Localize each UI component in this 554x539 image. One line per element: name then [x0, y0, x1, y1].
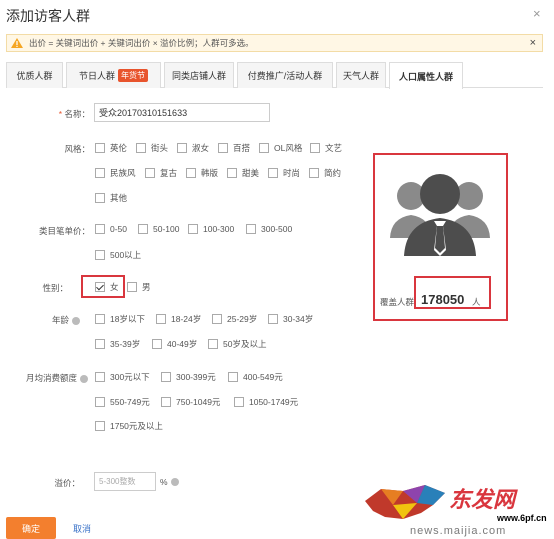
age-option[interactable]: 18-24岁 [156, 313, 201, 325]
age-option[interactable]: 35-39岁 [95, 338, 140, 350]
spend-help-icon[interactable] [80, 374, 88, 383]
tab-paid-promo[interactable]: 付费推广/活动人群 [237, 62, 333, 88]
gender-female-checkbox[interactable]: 女 [95, 281, 119, 293]
notice-text: 出价 = 关键词出价 + 关键词出价 × 溢价比例；人群可多选。 [29, 38, 254, 48]
name-label: * 名称： [58, 109, 90, 119]
style-option[interactable]: 韩版 [186, 167, 218, 179]
style-option[interactable]: 民族风 [95, 167, 136, 179]
age-option[interactable]: 40-49岁 [152, 338, 197, 350]
style-option[interactable]: 甜美 [227, 167, 259, 179]
price-option[interactable]: 300-500 [246, 224, 292, 234]
gender-male-checkbox[interactable]: 男 [127, 281, 151, 293]
age-label: 年龄 [20, 314, 80, 326]
premium-help-icon[interactable] [170, 478, 179, 486]
style-option[interactable]: 时尚 [268, 167, 300, 179]
style-option[interactable]: 淑女 [177, 142, 209, 154]
spend-option[interactable]: 1050-1749元 [234, 396, 298, 408]
age-option[interactable]: 30-34岁 [268, 313, 313, 325]
style-label: 风格： [64, 144, 90, 154]
price-option[interactable]: 500以上 [95, 249, 141, 261]
bull-logo-icon [365, 485, 445, 519]
tab-quality[interactable]: 优质人群 [6, 62, 63, 88]
price-option[interactable]: 100-300 [188, 224, 234, 234]
tab-weather[interactable]: 天气人群 [336, 62, 386, 88]
tab-demographic[interactable]: 人口属性人群 [389, 62, 463, 89]
age-option[interactable]: 18岁以下 [95, 313, 145, 325]
festival-badge: 年货节 [118, 69, 148, 82]
name-input[interactable]: 受众20170310151633 [94, 103, 270, 122]
gender-label: 性别： [42, 283, 68, 293]
confirm-button[interactable]: 确定 [6, 517, 56, 539]
premium-label: 溢价： [54, 478, 80, 488]
coverage-unit: 人 [472, 297, 481, 307]
cancel-link[interactable]: 取消 [73, 522, 91, 535]
spend-option[interactable]: 400-549元 [228, 371, 283, 383]
style-option[interactable]: 英伦 [95, 142, 127, 154]
tab-bar: 优质人群 节日人群 年货节 同类店铺人群 付费推广/活动人群 天气人群 人口属性人… [6, 62, 543, 89]
style-option[interactable]: 复古 [145, 167, 177, 179]
watermark-brand: 东发网 [449, 487, 516, 512]
style-option[interactable]: 街头 [136, 142, 168, 154]
audience-avatar-icon [390, 174, 490, 256]
coverage-count: 178050 [421, 292, 465, 307]
premium-input[interactable]: 5-300整数 [94, 472, 156, 491]
spend-option[interactable]: 550-749元 [95, 396, 150, 408]
style-option[interactable]: OL风格 [259, 142, 302, 154]
age-help-icon[interactable] [72, 316, 80, 325]
spend-option[interactable]: 750-1049元 [161, 396, 220, 408]
tab-festival[interactable]: 节日人群 年货节 [66, 62, 161, 88]
spend-label: 月均消费额度 [2, 372, 88, 384]
watermark-url: www.6pf.cn [497, 513, 547, 523]
notice-bar: 出价 = 关键词出价 + 关键词出价 × 溢价比例；人群可多选。 × [6, 34, 543, 52]
notice-close-icon[interactable]: × [530, 37, 536, 49]
age-option[interactable]: 25-29岁 [212, 313, 257, 325]
spend-option[interactable]: 1750元及以上 [95, 420, 163, 432]
dialog-close-icon[interactable]: × [533, 6, 541, 21]
price-option[interactable]: 0-50 [95, 224, 127, 234]
coverage-label: 覆盖人群 [380, 297, 415, 307]
spend-option[interactable]: 300元以下 [95, 371, 150, 383]
style-option[interactable]: 其他 [95, 192, 127, 204]
dialog-title: 添加访客人群 [6, 8, 90, 24]
price-option[interactable]: 50-100 [138, 224, 179, 234]
warning-icon [11, 38, 23, 48]
style-option[interactable]: 简约 [309, 167, 341, 179]
style-option[interactable]: 文艺 [310, 142, 342, 154]
tab-similar-shop[interactable]: 同类店铺人群 [164, 62, 234, 88]
style-option[interactable]: 百搭 [218, 142, 250, 154]
premium-unit: % [160, 477, 179, 487]
price-label: 类目笔单价： [38, 226, 90, 236]
age-option[interactable]: 50岁及以上 [208, 338, 266, 350]
spend-option[interactable]: 300-399元 [161, 371, 216, 383]
watermark-url-secondary: news.maijia.com [410, 525, 507, 537]
